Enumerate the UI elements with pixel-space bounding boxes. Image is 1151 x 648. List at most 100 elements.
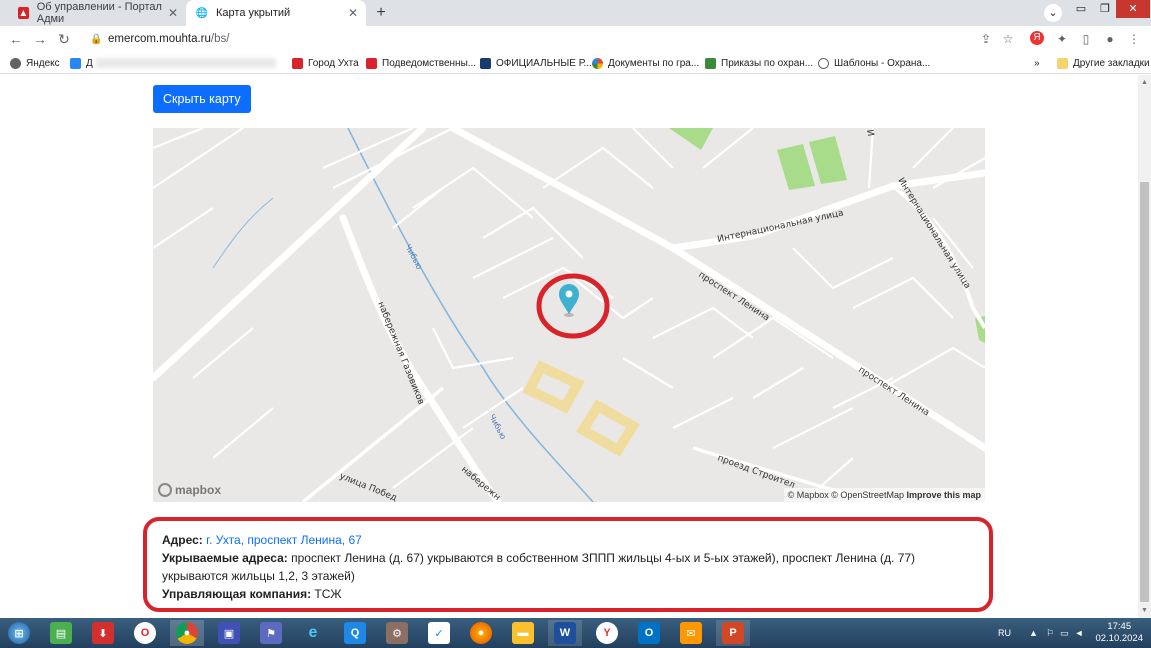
taskbar-app[interactable]: O [632,620,666,646]
hide-map-button[interactable]: Скрыть карту [153,85,251,113]
street-label: проезд Строител [716,453,796,490]
forward-icon[interactable]: → [32,31,48,47]
mail-icon: ✉ [680,622,702,644]
taskbar-app[interactable]: ⚙ [380,620,414,646]
mapbox-logo-icon [158,483,172,497]
bookmark-official[interactable]: ОФИЦИАЛЬНЫЕ Р... [480,55,592,71]
company-label: Управляющая компания: [162,587,312,601]
page-scrollbar[interactable]: ▲ ▼ [1138,75,1151,618]
bookmark-city[interactable]: Город Ухта [292,55,359,71]
bookmark-templates[interactable]: Шаблоны - Охрана... [818,55,930,71]
shelter-info-box: Адрес: г. Ухта, проспект Ленина, 67 Укры… [143,517,993,612]
company-row: Управляющая компания: ТСЖ [162,585,974,603]
floppy-icon: ▣ [218,622,240,644]
star-icon[interactable]: ☆ [1000,31,1016,47]
taskbar-app[interactable]: Q [338,620,372,646]
close-tab-icon[interactable]: ✕ [348,6,358,20]
stream [212,197,274,269]
taskbar-app[interactable]: W [548,620,582,646]
bookmark-icon [10,57,21,69]
notes-app-icon: ▤ [50,622,72,644]
taskbar-app[interactable]: ✉ [674,620,708,646]
bookmarks-bar: Яндекс Д Город Ухта Подведомственны... О… [0,52,1151,74]
street-labels: Интернациональная улица Интернациональна… [338,129,972,502]
taskbar-app-chrome[interactable]: ● [170,620,204,646]
new-tab-button[interactable]: + [372,4,390,22]
clock[interactable]: 17:45 02.10.2024 [1095,621,1143,645]
scrollbar-thumb[interactable] [1140,182,1149,602]
extensions-icon[interactable]: ✦ [1054,31,1070,47]
tray-arrow-icon[interactable]: ▲ [1029,628,1038,638]
vk-icon [70,57,81,69]
profile-icon[interactable]: ● [1102,31,1118,47]
taskbar-app[interactable]: e [296,620,330,646]
taskbar-app[interactable]: Y [590,620,624,646]
taskbar-app[interactable]: ⚑ [254,620,288,646]
bookmark-vk[interactable]: Д [70,55,276,71]
sheet-icon [705,57,716,69]
time: 17:45 [1107,621,1132,632]
address-bar[interactable]: 🔒 emercom.mouhta.ru/bs/ [80,29,1020,49]
taskbar-app[interactable]: ✓ [422,620,456,646]
mapbox-logo[interactable]: mapbox [158,483,221,497]
minimize-button[interactable]: ▭ [1070,0,1092,18]
tools-app-icon: ⚙ [386,622,408,644]
q-app-icon: Q [344,622,366,644]
site-favicon-icon: ▲ [18,7,29,19]
restore-button[interactable]: ❐ [1094,0,1116,18]
bookmark-orders[interactable]: Приказы по охран... [705,55,813,71]
menu-icon[interactable]: ⋮ [1126,31,1142,47]
globe-icon: 🌐 [195,7,209,19]
more-bookmarks-icon[interactable]: » [1034,55,1040,71]
download-app-icon: ⬇ [92,622,114,644]
city-icon [292,57,303,69]
close-tab-icon[interactable]: ✕ [168,6,178,20]
action-center-icon[interactable]: ⚐ [1046,628,1054,639]
start-button[interactable]: ⊞ [2,620,36,646]
taskbar-app[interactable]: ▬ [506,620,540,646]
park-area [809,136,847,184]
street-label: улица Побед [338,472,398,502]
scroll-up-icon[interactable]: ▲ [1141,79,1148,86]
scroll-down-icon[interactable]: ▼ [1141,607,1148,614]
yandex-extension-icon[interactable]: Я [1030,31,1044,45]
folder-icon [1057,57,1068,69]
mapbox-attribution-link[interactable]: © Mapbox [788,490,829,500]
address-link[interactable]: г. Ухта, проспект Ленина, 67 [206,533,362,547]
address-row: Адрес: г. Ухта, проспект Ленина, 67 [162,531,974,549]
share-icon[interactable]: ⇪ [978,31,994,47]
lock-icon: 🔒 [90,34,103,45]
tab-shelter-map[interactable]: 🌐 Карта укрытий ✕ [186,0,366,26]
river-labels: Чибью Чибью [403,243,508,441]
blurred-text [95,58,276,68]
bookmark-yandex[interactable]: Яндекс [10,55,60,71]
close-window-button[interactable]: ✕ [1116,0,1150,18]
taskbar-app[interactable]: ▤ [44,620,78,646]
improve-map-link[interactable]: Improve this map [906,490,981,500]
map[interactable]: Интернациональная улица Интернациональна… [153,128,985,502]
address-label: Адрес: [162,533,203,547]
osm-attribution-link[interactable]: © OpenStreetMap [831,490,904,500]
powerpoint-icon: P [722,622,744,644]
reload-icon[interactable]: ↻ [56,31,72,47]
windows-logo-icon: ⊞ [8,622,30,644]
taskbar-app[interactable]: ⬇ [86,620,120,646]
bookmark-documents[interactable]: Документы по гра... [592,55,699,71]
doc-icon [480,57,491,69]
other-bookmarks[interactable]: Другие закладки [1057,55,1150,71]
taskbar-app[interactable]: ● [464,620,498,646]
side-panel-icon[interactable]: ▯ [1078,31,1094,47]
taskbar-app[interactable]: P [716,620,750,646]
url-host: emercom.mouhta.ru [108,33,211,45]
volume-icon[interactable]: ◄ [1075,628,1084,638]
location-marker-icon[interactable] [559,284,579,317]
bookmark-subordinate[interactable]: Подведомственны... [366,55,476,71]
tab-about[interactable]: ▲ Об управлении - Портал Адми ✕ [8,0,186,26]
ie-icon: e [308,624,318,641]
taskbar-app[interactable]: ▣ [212,620,246,646]
back-icon[interactable]: ← [8,31,24,47]
tab-search-icon[interactable]: ⌄ [1044,4,1062,22]
network-icon[interactable]: ▭ [1060,628,1069,639]
taskbar-app[interactable]: O [128,620,162,646]
language-indicator[interactable]: RU [998,628,1011,638]
